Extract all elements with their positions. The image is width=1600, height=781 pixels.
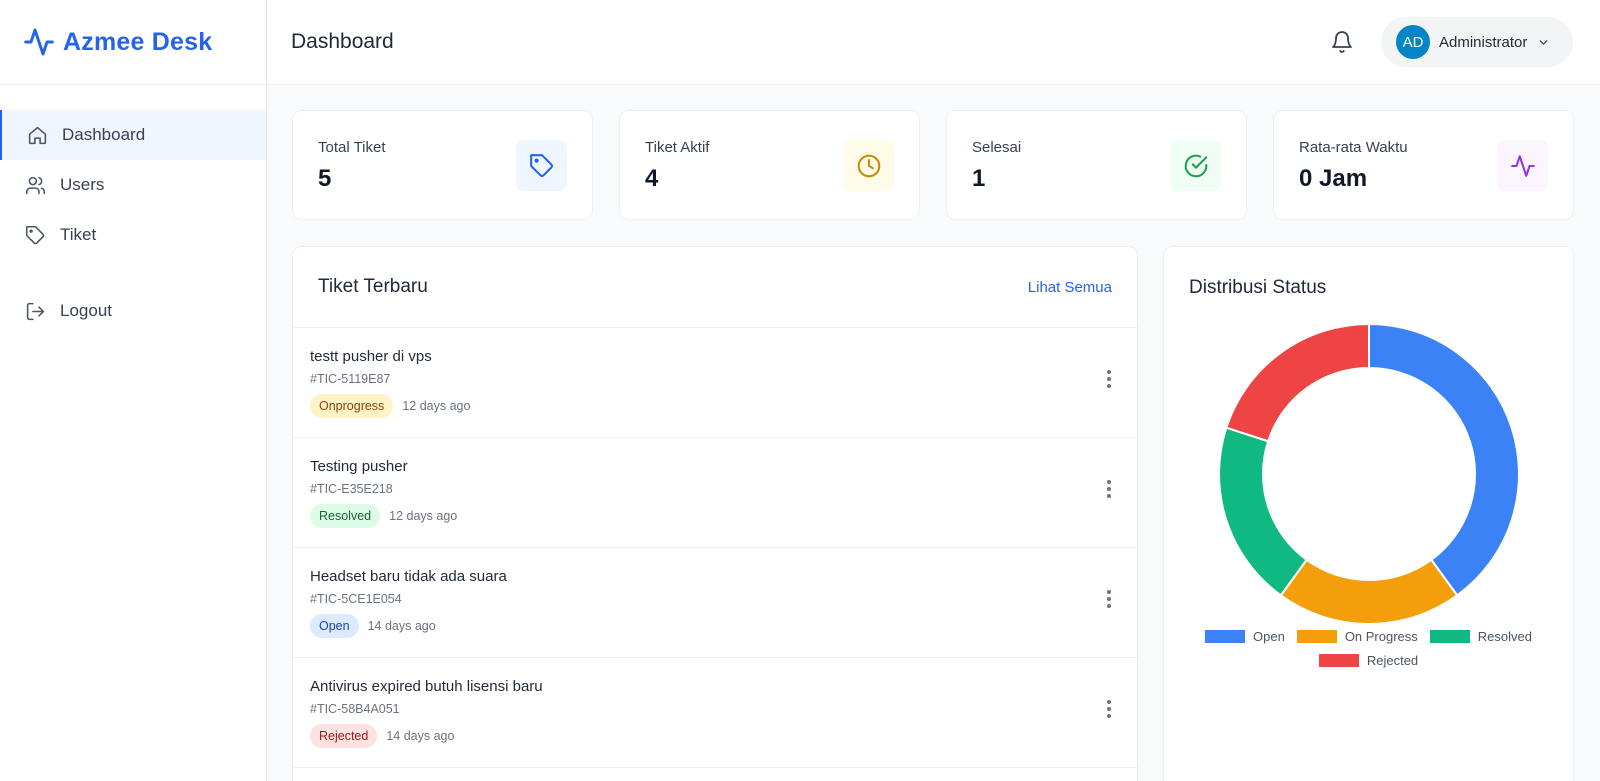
sidebar: Azmee Desk Dashboard Users Tiket Logout <box>0 0 267 781</box>
ticket-time: 14 days ago <box>386 729 455 743</box>
chart-legend: Open On Progress Resolved Rejected <box>1184 629 1553 668</box>
user-menu-button[interactable]: AD Administrator <box>1381 17 1573 67</box>
more-options-icon[interactable] <box>1099 478 1119 500</box>
stat-value: 4 <box>645 165 659 192</box>
activity-logo-icon <box>23 26 55 58</box>
stat-label: Rata-rata Waktu <box>1299 139 1408 156</box>
legend-label: On Progress <box>1344 629 1418 644</box>
legend-label: Resolved <box>1477 629 1532 644</box>
donut-slice-resolved[interactable] <box>1218 426 1309 597</box>
sidebar-item-dashboard[interactable]: Dashboard <box>0 110 266 160</box>
ticket-time: 12 days ago <box>389 509 458 523</box>
stat-value: 5 <box>318 165 332 192</box>
ticket-row[interactable]: Headset baru tidak ada suara #TIC-5CE1E0… <box>293 548 1137 658</box>
stat-label: Tiket Aktif <box>645 139 710 156</box>
home-icon <box>26 124 48 146</box>
status-distribution-panel: Distribusi Status Open On Progress Resolve… <box>1163 246 1574 781</box>
legend-swatch <box>1205 630 1245 643</box>
legend-item-rejected[interactable]: Rejected <box>1318 653 1419 668</box>
sidebar-nav: Dashboard Users Tiket Logout <box>0 85 266 336</box>
see-all-link[interactable]: Lihat Semua <box>1028 279 1112 296</box>
tag-icon <box>516 140 567 191</box>
legend-label: Open <box>1253 629 1285 644</box>
panel-title: Tiket Terbaru <box>318 276 428 297</box>
stat-value: 0 Jam <box>1299 165 1368 192</box>
donut-slice-open[interactable] <box>1368 322 1520 597</box>
stat-value: 1 <box>972 165 986 192</box>
sidebar-item-label: Tiket <box>60 225 97 244</box>
ticket-row[interactable]: testt pusher di vps #TIC-5119E87 Onprogr… <box>293 328 1137 438</box>
recent-tickets-panel: Tiket Terbaru Lihat Semua testt pusher d… <box>292 246 1138 781</box>
sidebar-item-tiket[interactable]: Tiket <box>0 210 266 260</box>
sidebar-item-users[interactable]: Users <box>0 160 266 210</box>
brand-name: Azmee Desk <box>63 27 213 56</box>
more-options-icon[interactable] <box>1099 368 1119 390</box>
status-badge: Resolved <box>310 504 381 528</box>
ticket-title: testt pusher di vps <box>310 348 432 365</box>
status-badge: Open <box>310 614 359 638</box>
status-badge: Onprogress <box>310 394 394 418</box>
brand[interactable]: Azmee Desk <box>0 0 266 85</box>
user-name: Administrator <box>1439 33 1528 51</box>
donut-slice-on-progress[interactable] <box>1279 558 1459 625</box>
users-icon <box>24 174 46 196</box>
chart-title: Distribusi Status <box>1189 277 1327 298</box>
stat-card-rata-rata-waktu: Rata-rata Waktu 0 Jam <box>1273 110 1574 220</box>
ticket-time: 12 days ago <box>402 399 471 413</box>
logout-label: Logout <box>60 301 112 320</box>
ticket-id: #TIC-E35E218 <box>310 482 393 496</box>
sidebar-item-label: Dashboard <box>62 125 146 144</box>
ticket-time: 14 days ago <box>367 619 436 633</box>
ticket-row[interactable]: Testing pusher #TIC-E35E218 Resolved 12 … <box>293 438 1137 548</box>
stat-card-total-tiket: Total Tiket 5 <box>292 110 593 220</box>
ticket-id: #TIC-5CE1E054 <box>310 592 402 606</box>
more-options-icon[interactable] <box>1099 698 1119 720</box>
tag-icon <box>24 224 46 246</box>
recent-tickets-header: Tiket Terbaru Lihat Semua <box>293 247 1137 328</box>
legend-swatch <box>1296 630 1337 643</box>
ticket-row[interactable]: Antivirus expired butuh lisensi baru #TI… <box>293 658 1137 768</box>
notification-bell-icon[interactable] <box>1329 29 1355 55</box>
legend-item-resolved[interactable]: Resolved <box>1429 629 1532 644</box>
stat-label: Selesai <box>972 139 1022 156</box>
legend-item-on-progress[interactable]: On Progress <box>1296 629 1418 644</box>
ticket-title: Testing pusher <box>310 458 408 475</box>
stat-card-tiket-aktif: Tiket Aktif 4 <box>619 110 920 220</box>
status-badge: Rejected <box>310 724 378 748</box>
avatar: AD <box>1396 25 1430 59</box>
ticket-id: #TIC-5119E87 <box>310 372 391 386</box>
more-options-icon[interactable] <box>1099 588 1119 610</box>
donut-slice-rejected[interactable] <box>1225 322 1370 443</box>
stat-card-selesai: Selesai 1 <box>946 110 1247 220</box>
page-title: Dashboard <box>291 30 394 53</box>
legend-item-open[interactable]: Open <box>1205 629 1285 644</box>
legend-label: Rejected <box>1366 653 1419 668</box>
logout-icon <box>24 300 46 322</box>
logout-button[interactable]: Logout <box>0 286 266 336</box>
ticket-id: #TIC-58B4A051 <box>310 702 400 716</box>
ticket-title: Headset baru tidak ada suara <box>310 568 507 585</box>
clock-icon <box>843 140 894 191</box>
status-donut-chart <box>1218 322 1520 625</box>
sidebar-item-label: Users <box>60 175 105 194</box>
check-circle-icon <box>1170 140 1221 191</box>
activity-icon <box>1497 140 1548 191</box>
chevron-down-icon <box>1537 35 1551 49</box>
legend-swatch <box>1429 630 1470 643</box>
ticket-title: Antivirus expired butuh lisensi baru <box>310 678 543 695</box>
stat-label: Total Tiket <box>318 139 386 156</box>
legend-swatch <box>1318 654 1359 667</box>
